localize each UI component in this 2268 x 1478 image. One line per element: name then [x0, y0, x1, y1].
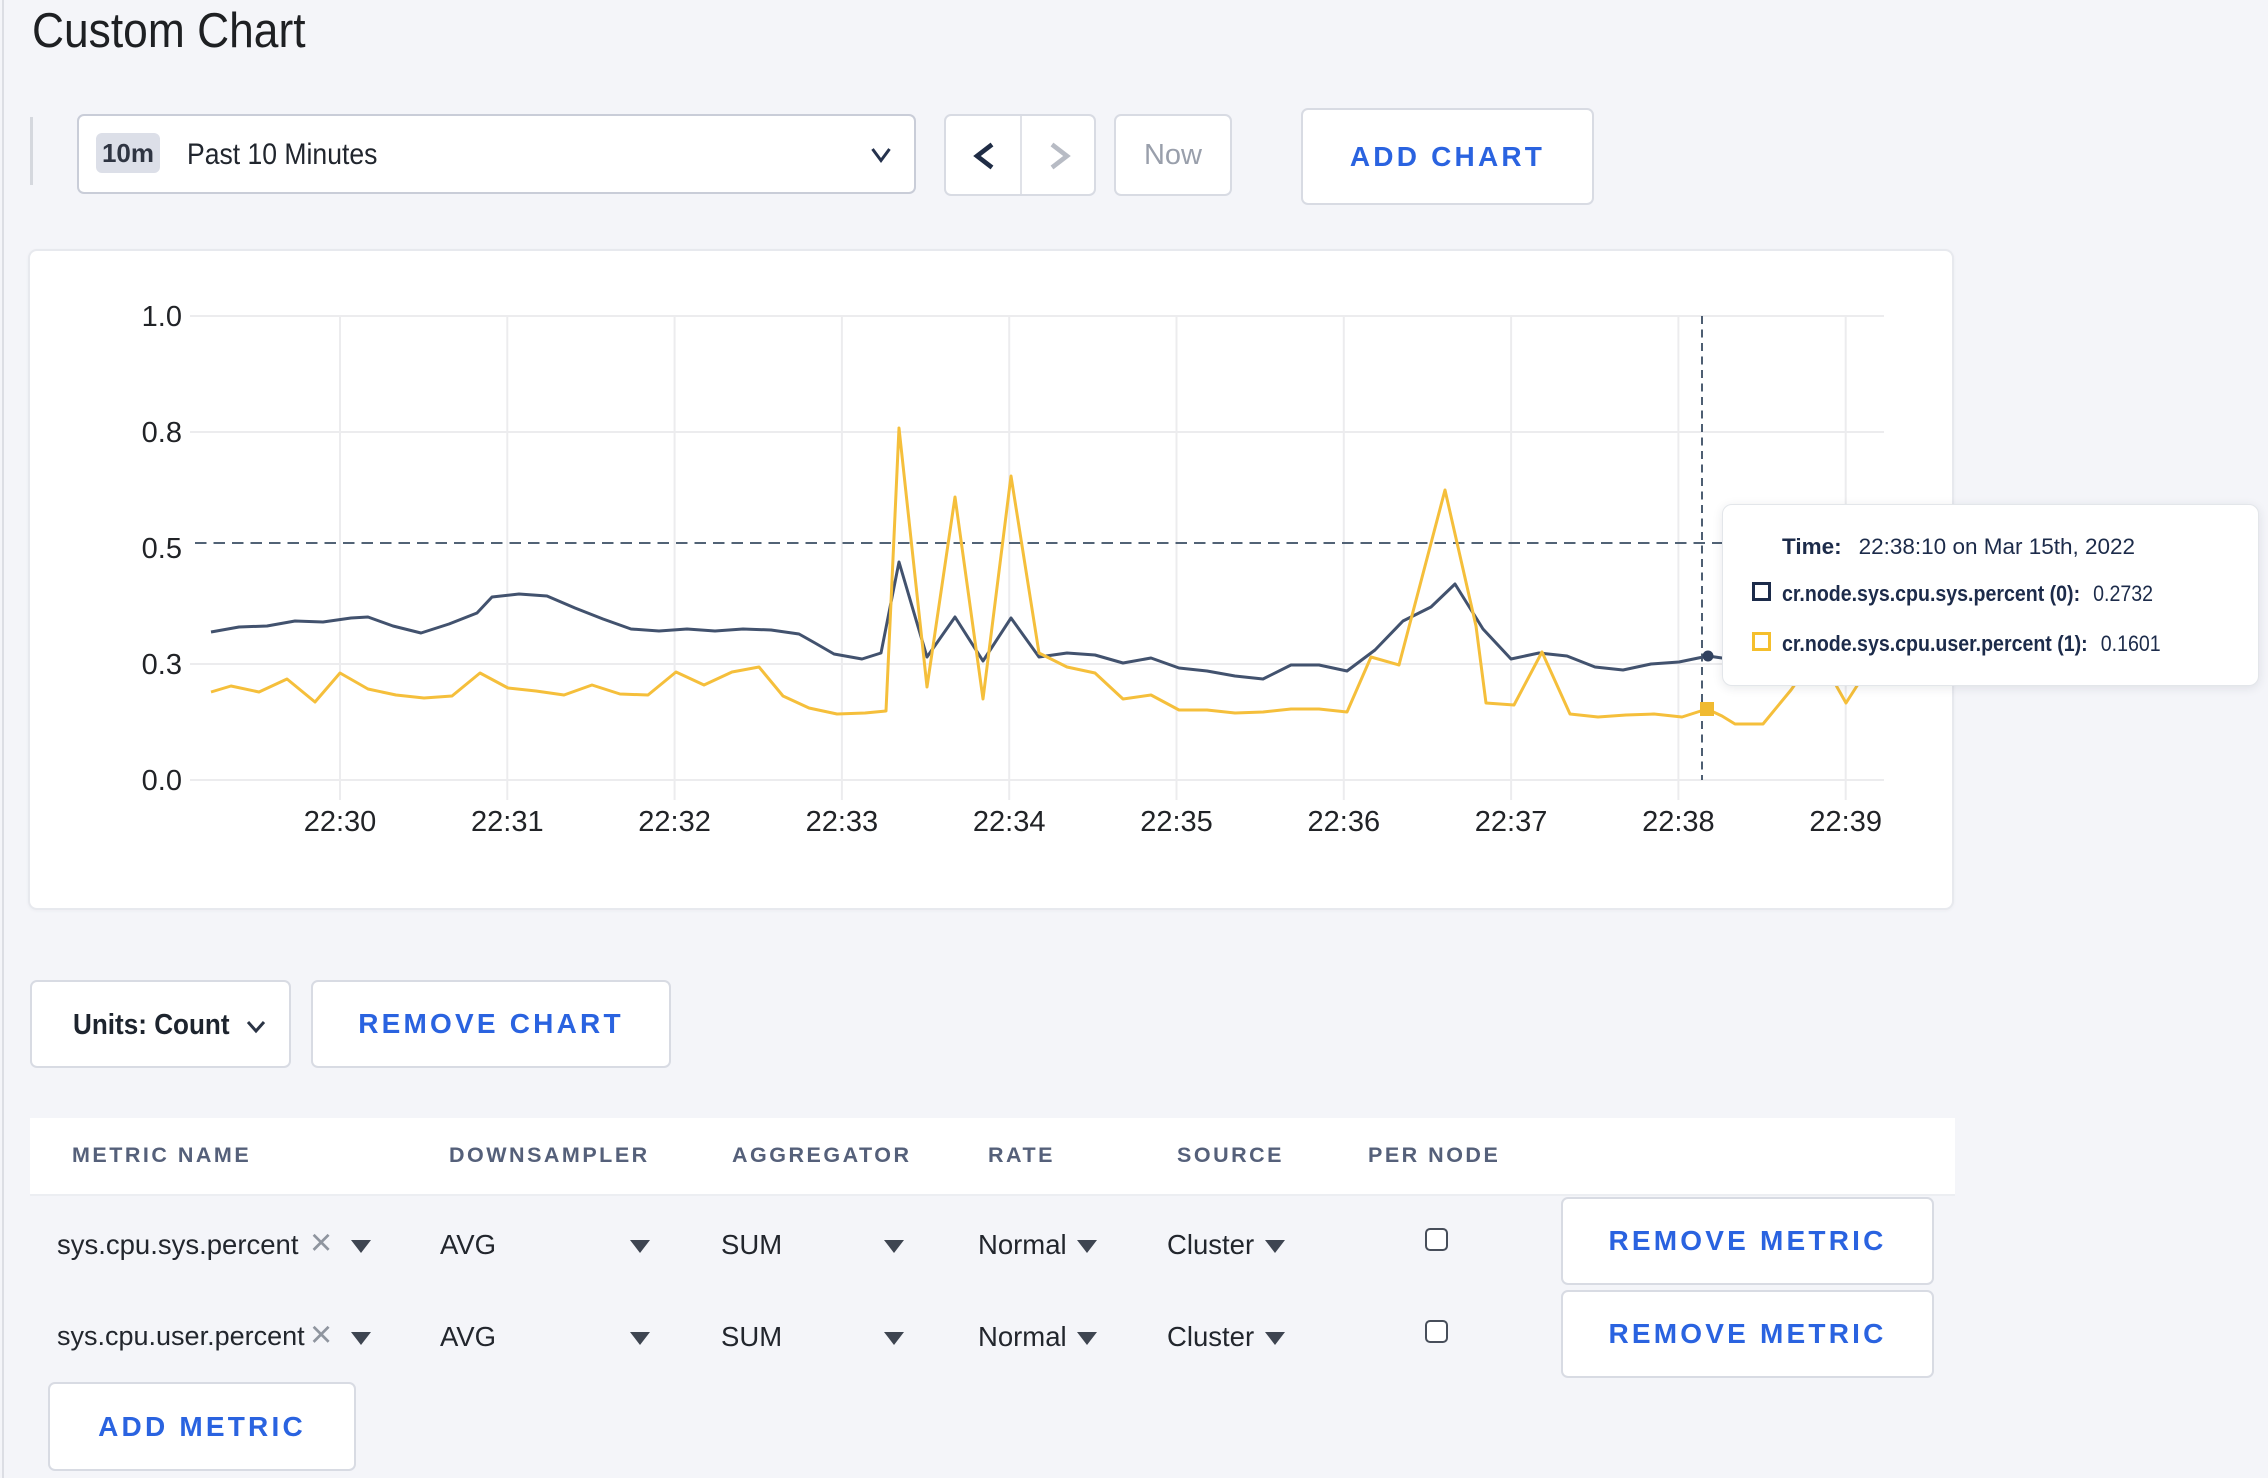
svg-text:22:39: 22:39 — [1809, 806, 1882, 838]
svg-text:0.0: 0.0 — [142, 765, 182, 797]
svg-text:22:35: 22:35 — [1140, 806, 1213, 838]
svg-text:22:30: 22:30 — [304, 806, 377, 838]
svg-text:0.8: 0.8 — [142, 417, 182, 449]
svg-text:22:34: 22:34 — [973, 806, 1046, 838]
svg-text:22:33: 22:33 — [806, 806, 879, 838]
svg-text:22:36: 22:36 — [1308, 806, 1381, 838]
svg-text:22:37: 22:37 — [1475, 806, 1548, 838]
svg-text:0.5: 0.5 — [142, 533, 182, 565]
svg-text:0.3: 0.3 — [142, 649, 182, 681]
svg-text:22:32: 22:32 — [638, 806, 711, 838]
svg-text:1.0: 1.0 — [142, 301, 182, 333]
svg-text:22:38: 22:38 — [1642, 806, 1715, 838]
svg-text:22:31: 22:31 — [471, 806, 544, 838]
